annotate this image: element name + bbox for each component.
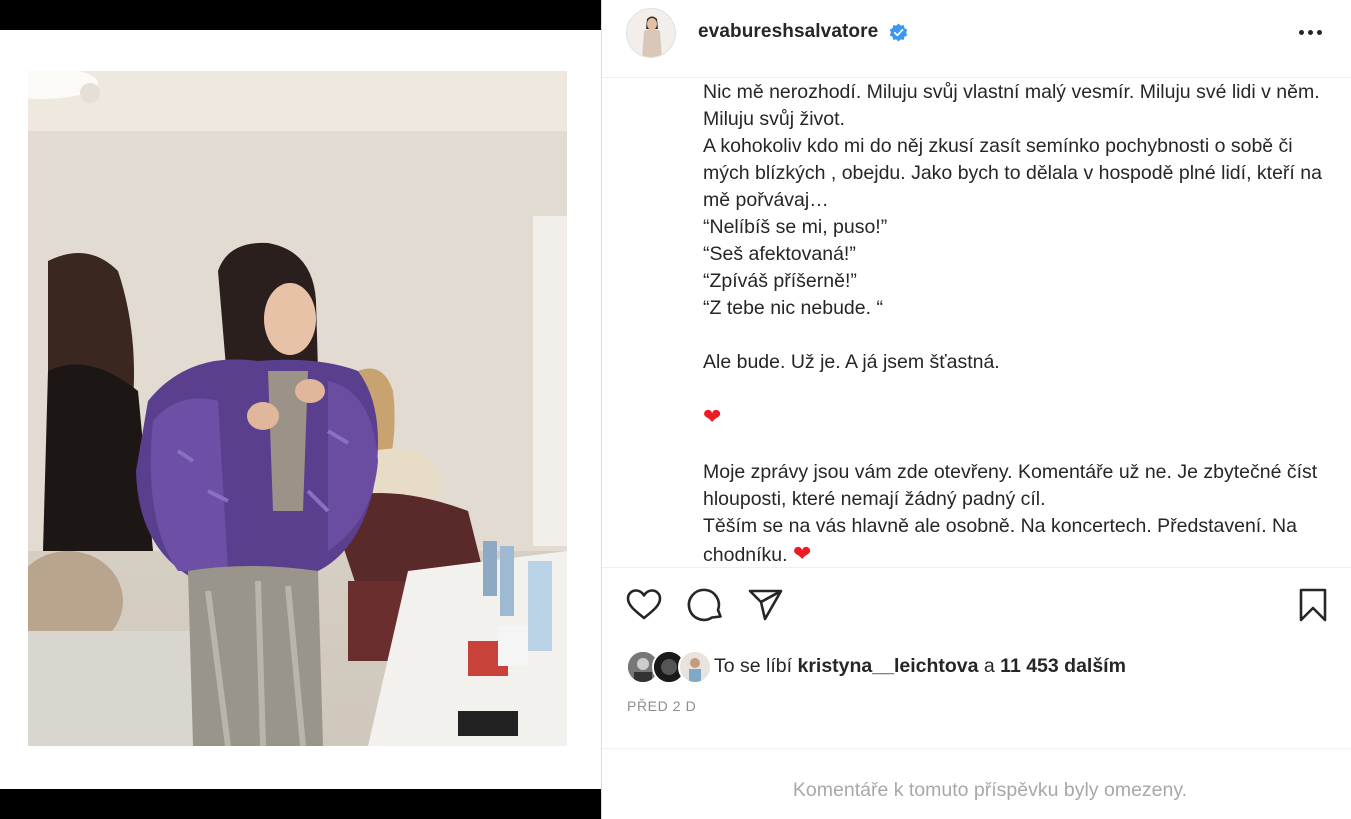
post-caption: Nic mě nerozhodí. Miluju svůj vlastní ma… [703, 79, 1323, 567]
send-icon[interactable] [746, 585, 786, 625]
bookmark-icon[interactable] [1293, 585, 1333, 625]
comments-restricted-notice: Komentáře k tomuto příspěvku byly omezen… [792, 779, 1188, 801]
post-photo[interactable] [28, 71, 567, 746]
verified-badge-icon [889, 23, 908, 42]
red-heart-emoji: ❤ [792, 541, 812, 566]
avatar[interactable] [626, 8, 676, 58]
divider [602, 567, 1351, 568]
caption-paragraph: Ale bude. Už je. A já jsem šťastná. [703, 351, 1000, 373]
liker-username[interactable]: kristyna__leichtova [797, 655, 978, 677]
post-timestamp[interactable]: PŘED 2 D [627, 698, 696, 714]
post-username[interactable]: evabureshsalvatore [698, 21, 878, 43]
likes-count[interactable]: 11 453 dalším [1000, 655, 1126, 677]
liker-avatars [626, 650, 716, 684]
likes-prefix: To se líbí [714, 655, 798, 677]
action-bar [602, 585, 1351, 629]
caption-paragraph: Nic mě nerozhodí. Miluju svůj vlastní ma… [703, 81, 1320, 130]
more-options-icon[interactable] [1292, 20, 1328, 44]
likes-middle: a [978, 655, 1001, 677]
caption-quote: “Nelíbíš se mi, puso!” [703, 216, 888, 238]
caption-quote: “Seš afektovaná!” [703, 243, 856, 265]
likes-row: To se líbí kristyna__leichtova a 11 453 … [626, 650, 1326, 684]
media-letterbox-bottom [0, 789, 601, 819]
likes-text: To se líbí kristyna__leichtova a 11 453 … [714, 655, 1126, 678]
heart-outline-icon[interactable] [624, 585, 664, 625]
media-letterbox-top [0, 0, 601, 30]
caption-quote: “Zpíváš příšerně!” [703, 270, 857, 292]
liker-avatar[interactable] [678, 650, 712, 684]
post-panel: evabureshsalvatore Nic mě nerozhodí. Mil… [601, 0, 1351, 819]
caption-paragraph: A kohokoliv kdo mi do něj zkusí zasít se… [703, 135, 1322, 211]
post-header: evabureshsalvatore [602, 0, 1351, 78]
post-media[interactable] [0, 0, 601, 819]
red-heart-emoji: ❤ [703, 404, 722, 429]
caption-paragraph: Moje zprávy jsou vám zde otevřeny. Komen… [703, 461, 1323, 510]
caption-quote: “Z tebe nic nebude. “ [703, 297, 883, 319]
divider [602, 748, 1351, 749]
comment-icon[interactable] [686, 585, 726, 625]
